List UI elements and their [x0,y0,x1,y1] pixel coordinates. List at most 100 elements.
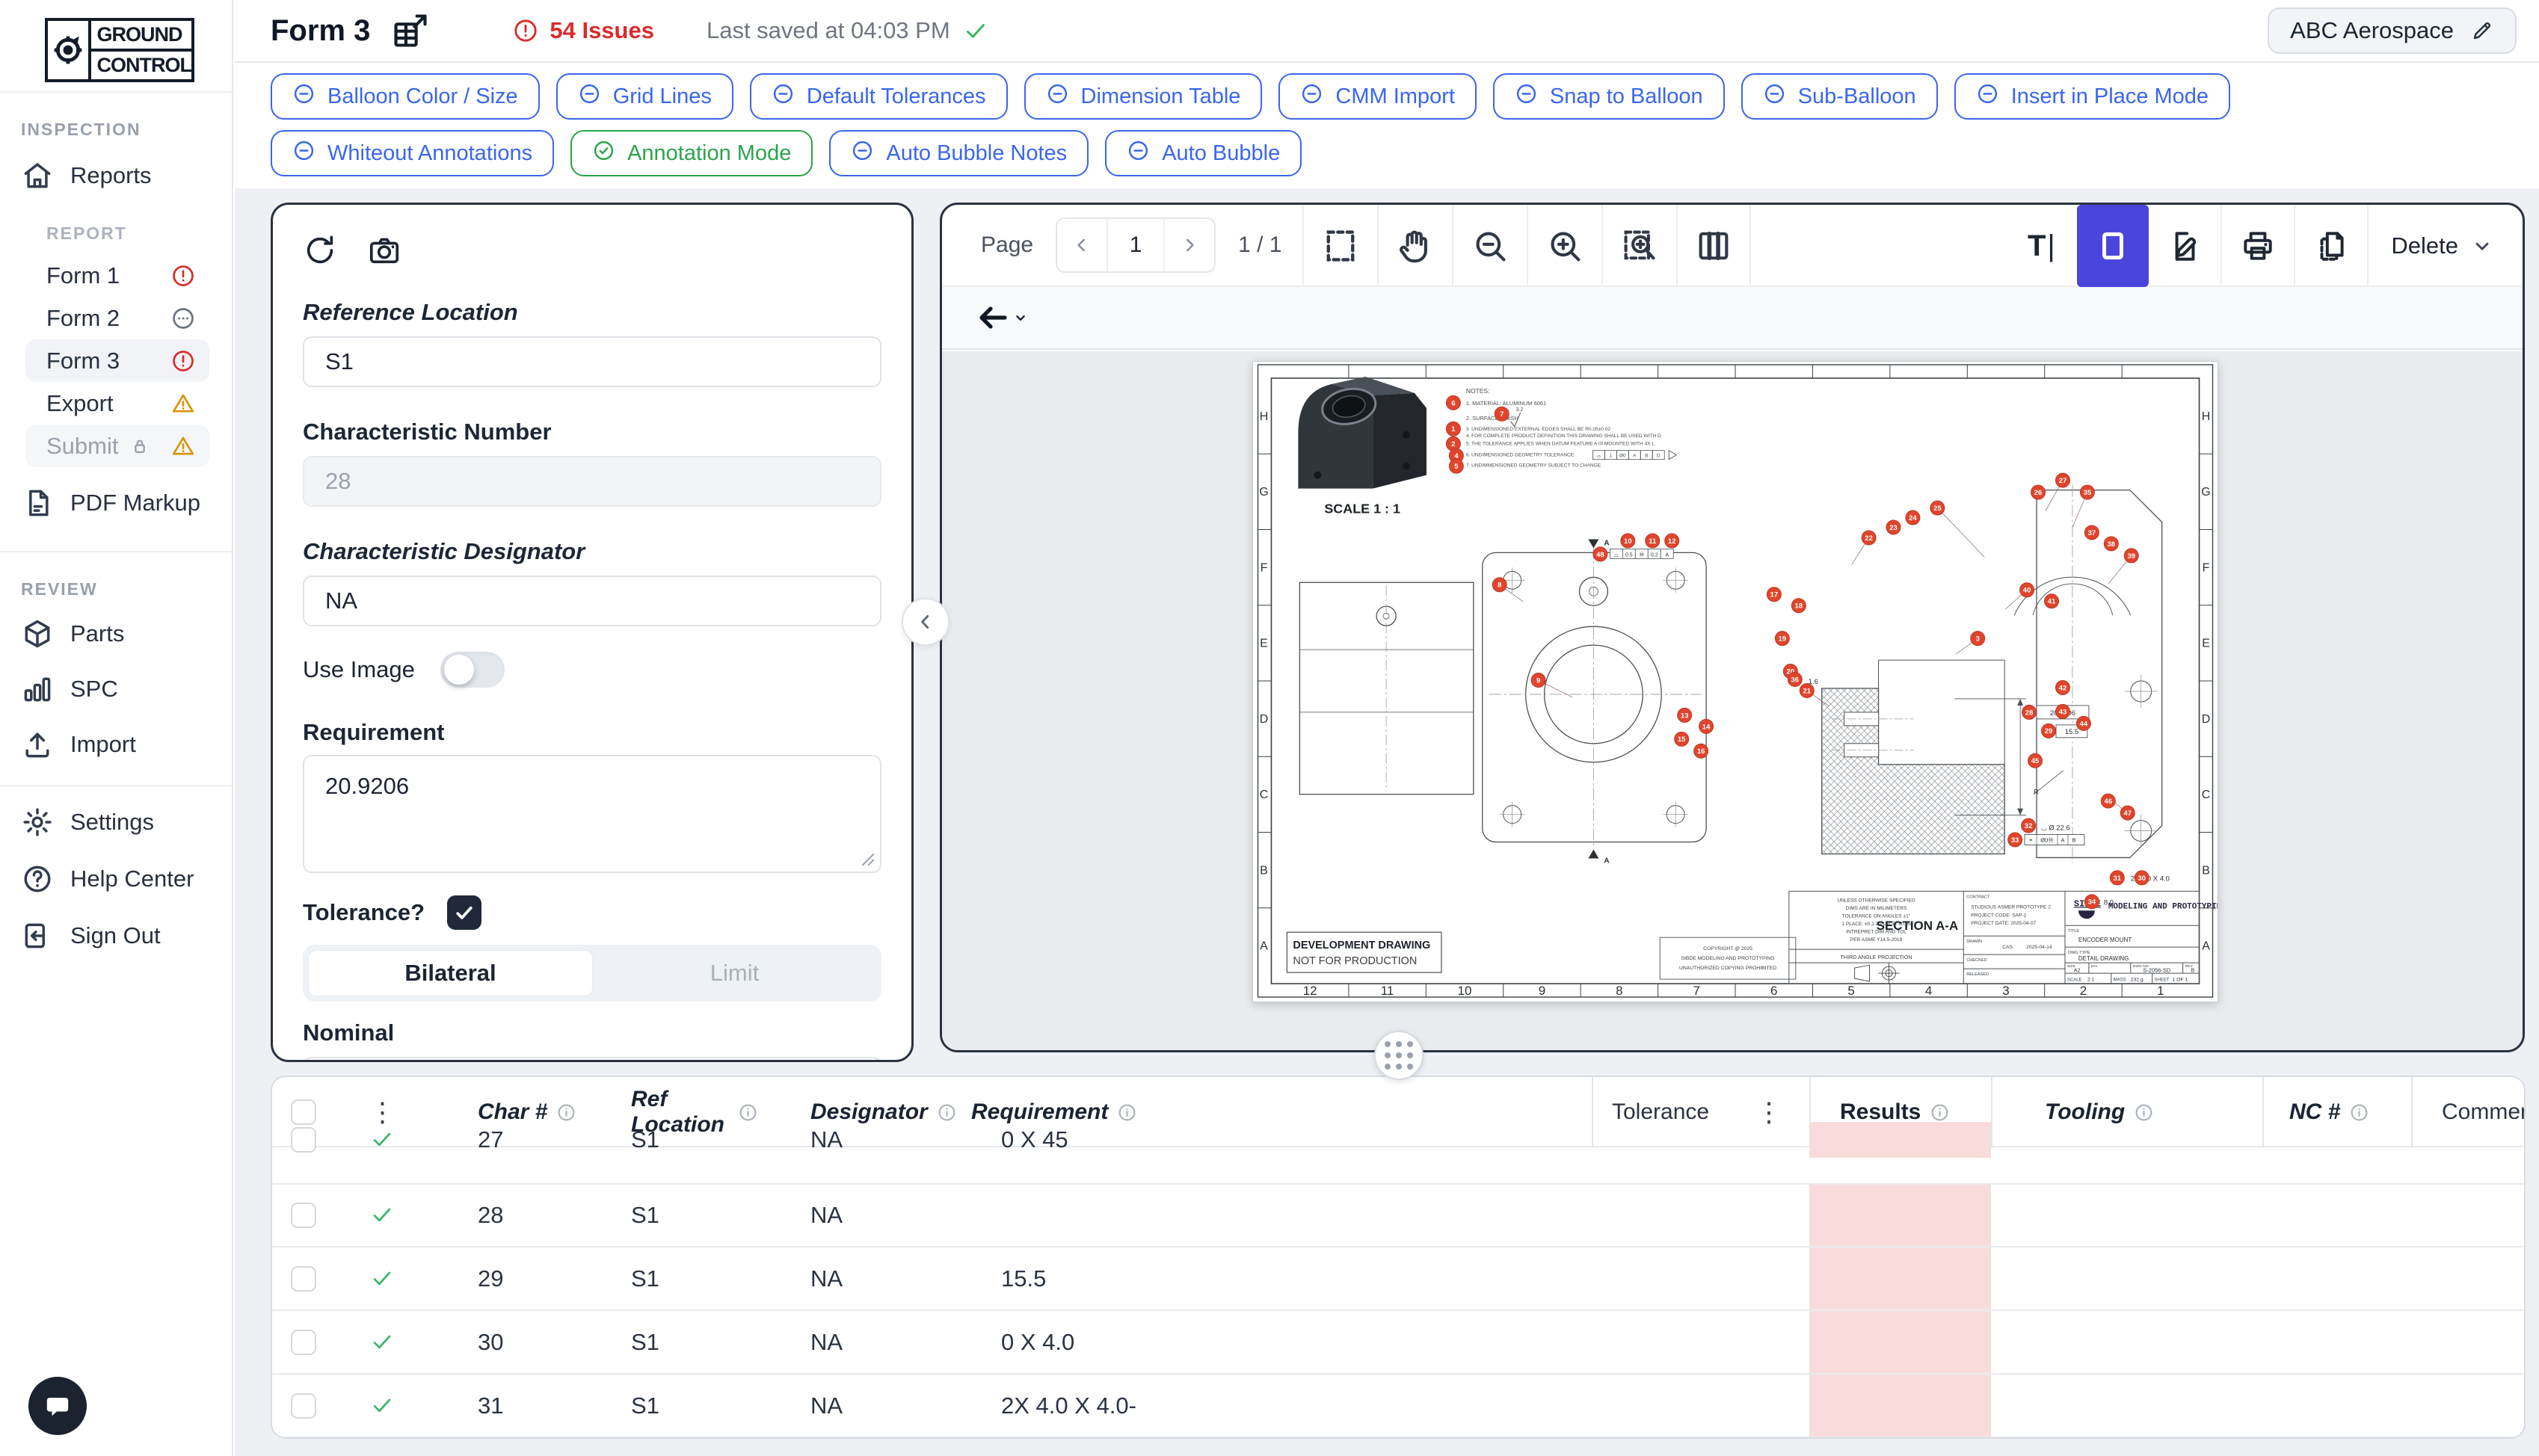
select-all-checkbox[interactable] [291,1099,316,1125]
two-page-view-icon[interactable] [1676,205,1751,287]
chip-balloon-color-size[interactable]: Balloon Color / Size [271,73,540,120]
page-number-input[interactable]: 1 [1107,219,1165,271]
table-row[interactable]: 28S1NA20.9206 [272,1185,2524,1247]
table-row[interactable]: 27S1NA0 X 45 [272,1147,2524,1185]
chip-insert-in-place-mode[interactable]: Insert in Place Mode [1954,73,2230,120]
row-checkbox[interactable] [291,1203,316,1228]
use-image-toggle[interactable] [440,652,505,688]
resize-handle-icon[interactable] [859,851,875,867]
info-icon[interactable] [1930,1102,1950,1123]
chip-whiteout-annotations[interactable]: Whiteout Annotations [271,130,554,176]
prev-page-button[interactable] [1057,219,1107,271]
camera-icon[interactable] [367,233,401,268]
text-tool-button[interactable]: T| [2005,205,2077,287]
sidebar-item-pdf-markup[interactable]: PDF Markup [21,482,218,524]
cell-results[interactable] [1809,1185,1991,1246]
chip-grid-lines[interactable]: Grid Lines [556,73,733,120]
chip-cmm-import[interactable]: CMM Import [1278,73,1477,120]
chip-auto-bubble-notes[interactable]: Auto Bubble Notes [829,130,1089,176]
chat-bubble-button[interactable] [28,1377,87,1435]
cell-designator: NA [758,1202,919,1229]
sidebar-item-settings[interactable]: Settings [21,801,218,843]
edit-annotation-icon[interactable] [2149,205,2221,287]
zoom-in-icon[interactable] [1527,205,1601,287]
sidebar-item-form-1[interactable]: Form 1 [25,254,209,297]
requirement-textarea[interactable]: 20.9206 [303,755,881,873]
cell-results[interactable] [1809,1311,1991,1373]
row-checkbox[interactable] [291,1127,316,1153]
sidebar-item-submit[interactable]: Submit [25,425,209,467]
drawing-sheet[interactable]: HHGGFFEEDDCCBBAA121110987654321 SCALE 1 … [1252,361,2218,1002]
balloon-annotation: 19 [1775,632,1789,646]
header-label: Requirement [971,1099,1108,1125]
tab-bilateral[interactable]: Bilateral [308,950,593,996]
export-table-icon[interactable] [391,11,430,50]
info-icon[interactable] [2134,1102,2154,1123]
rectangle-tool-button[interactable] [2077,205,2149,287]
pan-hand-icon[interactable] [1377,205,1452,287]
svg-text:A: A [2061,836,2064,843]
marquee-select-icon[interactable] [1302,205,1377,287]
svg-text:33: 33 [2011,836,2019,845]
table-drag-handle[interactable] [1374,1031,1424,1080]
next-page-button[interactable] [1165,219,1214,271]
sidebar-item-form-2[interactable]: Form 2 [25,297,209,339]
zoom-out-icon[interactable] [1452,205,1527,287]
cell-results[interactable] [1809,1247,1991,1310]
back-arrow-button[interactable] [975,300,1029,336]
table-row[interactable]: 30S1NA0 X 4.0 [272,1311,2524,1375]
svg-text:19: 19 [1779,635,1787,644]
sidebar-item-reports[interactable]: Reports [21,155,218,197]
column-menu-icon[interactable]: ⋮ [369,1099,396,1126]
sidebar-item-form-3[interactable]: Form 3 [25,339,209,382]
cell-requirement[interactable]: 0 X 45 [919,1126,1592,1153]
pdf-canvas[interactable]: HHGGFFEEDDCCBBAA121110987654321 SCALE 1 … [942,351,2523,1050]
delete-dropdown[interactable]: Delete [2369,232,2512,259]
tolerance-checkbox[interactable] [447,895,481,930]
sidebar-item-import[interactable]: Import [21,724,218,765]
column-menu-icon[interactable]: ⋮ [1755,1099,1782,1126]
sidebar-item-export[interactable]: Export [25,382,209,425]
chip-auto-bubble[interactable]: Auto Bubble [1105,130,1302,176]
svg-text:10: 10 [1624,537,1632,546]
marquee-zoom-icon[interactable] [1601,205,1676,287]
svg-text:RELEASED: RELEASED [1966,972,1989,977]
svg-text:46: 46 [2105,798,2113,806]
company-button[interactable]: ABC Aerospace [2268,7,2517,54]
cell-results[interactable] [1809,1375,1991,1437]
nominal-input[interactable] [303,1057,881,1062]
sidebar-item-parts[interactable]: Parts [21,613,218,655]
cell-requirement[interactable]: 0 X 4.0 [919,1329,1592,1356]
sidebar-item-sign-out[interactable]: Sign Out [21,915,218,957]
table-row[interactable]: 29S1NA15.5 [272,1247,2524,1311]
cell-requirement[interactable]: 15.5 [919,1265,1592,1292]
chip-dimension-table[interactable]: Dimension Table [1024,73,1263,120]
print-icon[interactable] [2222,205,2294,287]
cell-results[interactable] [1809,1122,1991,1158]
copy-page-icon[interactable] [2295,205,2367,287]
row-checkbox[interactable] [291,1266,316,1292]
info-icon[interactable] [556,1102,576,1123]
chip-snap-to-balloon[interactable]: Snap to Balloon [1493,73,1725,120]
svg-text:42: 42 [2059,684,2067,692]
balloon-annotation: 42 [2055,680,2069,694]
reference-location-input[interactable]: S1 [303,336,881,387]
row-checkbox[interactable] [291,1330,316,1355]
panel-collapse-button[interactable] [902,598,950,646]
table-row[interactable]: 31S1NA2X 4.0 X 4.0- [272,1375,2524,1438]
row-checkbox[interactable] [291,1393,316,1419]
info-icon[interactable] [738,1102,758,1123]
cell-requirement[interactable]: 2X 4.0 X 4.0- [919,1392,1592,1419]
characteristic-designator-input[interactable]: NA [303,576,881,626]
chip-default-tolerances[interactable]: Default Tolerances [750,73,1008,120]
tab-limit[interactable]: Limit [593,950,876,996]
info-icon[interactable] [1117,1102,1137,1123]
sidebar-item-spc[interactable]: SPC [21,668,218,710]
sidebar-item-help-center[interactable]: Help Center [21,858,218,900]
chip-annotation-mode[interactable]: Annotation Mode [570,130,813,176]
refresh-icon[interactable] [303,233,337,268]
chip-sub-balloon[interactable]: Sub-Balloon [1741,73,1938,120]
svg-text:SCALE 1 : 1: SCALE 1 : 1 [1324,502,1400,516]
issues-badge[interactable]: 54 Issues [512,17,654,44]
info-icon[interactable] [2349,1102,2369,1123]
